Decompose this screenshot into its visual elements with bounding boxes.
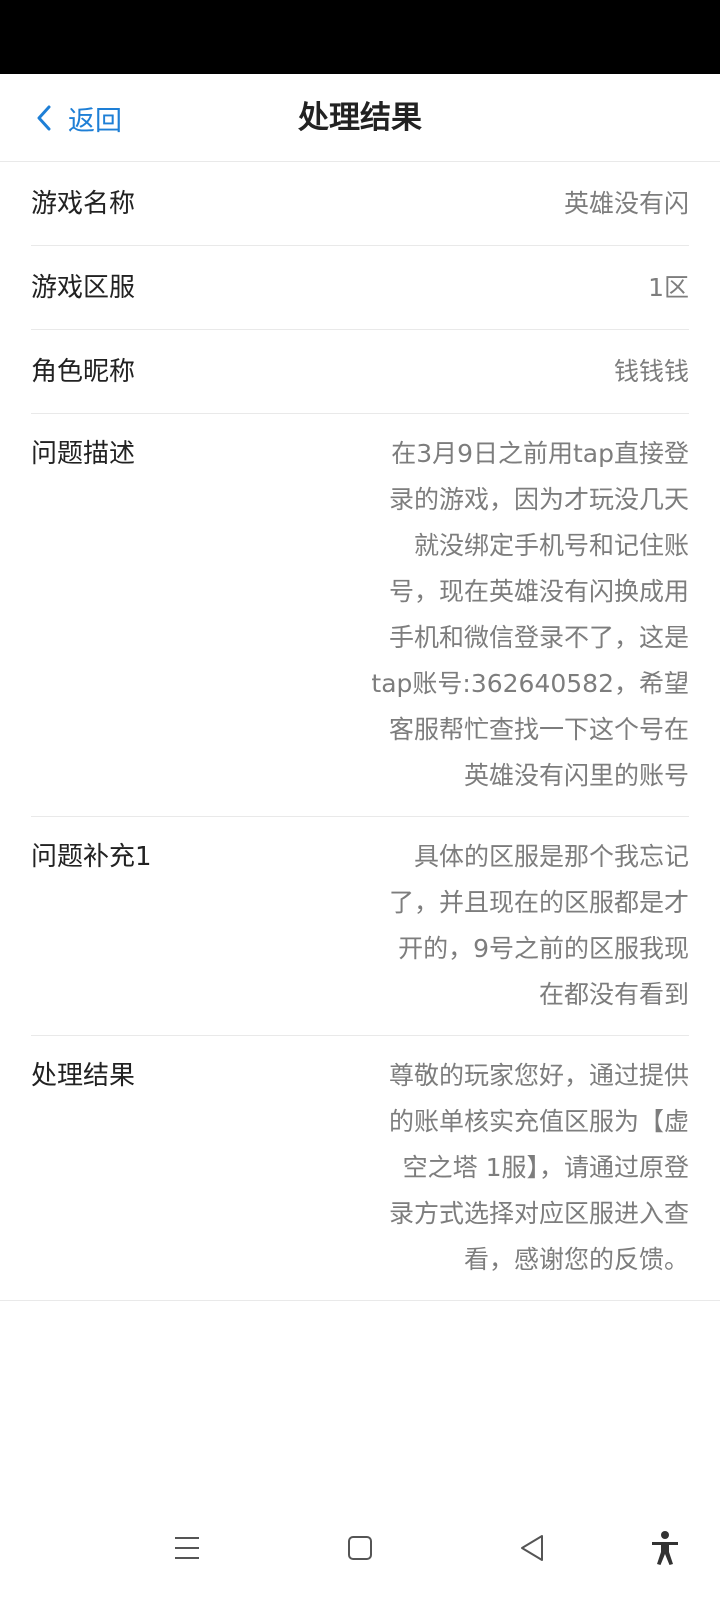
result-line: 的账单核实充值区服为【虚 — [388, 1107, 689, 1136]
status-bar — [0, 0, 720, 74]
row-problem-supplement: 问题补充1 具体的区服是那个我忘记 了，并且现在的区服都是才 开的，9号之前的区… — [31, 817, 689, 1036]
menu-lines-icon — [173, 1535, 201, 1565]
result-line: 看，感谢您的反馈。 — [463, 1245, 689, 1274]
system-navigation-bar — [0, 1510, 720, 1600]
role-nickname-label: 角色昵称 — [31, 357, 136, 387]
accessibility-icon — [650, 1530, 680, 1570]
result-line: 尊敬的玩家您好，通过提供 — [388, 1061, 689, 1090]
supplement-line: 开的，9号之前的区服我现 — [398, 934, 689, 963]
header-bar: 返回 处理结果 — [0, 74, 720, 162]
problem-supplement-label: 问题补充1 — [31, 842, 152, 872]
row-game-name: 游戏名称 英雄没有闪 — [31, 162, 689, 246]
game-server-label: 游戏区服 — [31, 273, 136, 303]
description-line: 在3月9日之前用tap直接登 — [391, 439, 689, 468]
description-line: 就没绑定手机号和记住账 — [413, 531, 689, 560]
game-name-label: 游戏名称 — [31, 189, 136, 219]
supplement-line: 具体的区服是那个我忘记 — [413, 842, 689, 871]
supplement-line: 在都没有看到 — [538, 980, 689, 1009]
handling-result-label: 处理结果 — [31, 1061, 136, 1091]
triangle-back-icon — [519, 1534, 545, 1566]
problem-description-value: 在3月9日之前用tap直接登 录的游戏，因为才玩没几天 就没绑定手机号和记住账 … — [367, 431, 689, 799]
description-line: 英雄没有闪里的账号 — [463, 761, 689, 790]
result-line: 空之塔 1服】，请通过原登 — [402, 1153, 689, 1182]
problem-description-label: 问题描述 — [31, 439, 136, 469]
accessibility-button[interactable] — [635, 1520, 695, 1580]
result-line: 录方式选择对应区服进入查 — [388, 1199, 689, 1228]
home-button[interactable] — [330, 1520, 390, 1580]
description-line: 客服帮忙查找一下这个号在 — [388, 715, 689, 744]
role-nickname-value: 钱钱钱 — [613, 357, 689, 386]
row-handling-result: 处理结果 尊敬的玩家您好，通过提供 的账单核实充值区服为【虚 空之塔 1服】，请… — [0, 1036, 720, 1301]
description-line: 号，现在英雄没有闪换成用 — [388, 577, 689, 606]
square-home-icon — [347, 1535, 373, 1565]
page-title: 处理结果 — [298, 100, 422, 136]
row-problem-description: 问题描述 在3月9日之前用tap直接登 录的游戏，因为才玩没几天 就没绑定手机号… — [31, 414, 689, 817]
game-server-value: 1区 — [648, 273, 689, 302]
nav-back-button[interactable] — [502, 1520, 562, 1580]
row-game-server: 游戏区服 1区 — [31, 246, 689, 330]
menu-button[interactable] — [157, 1520, 217, 1580]
game-name-value: 英雄没有闪 — [563, 189, 689, 218]
supplement-line: 了，并且现在的区服都是才 — [388, 888, 689, 917]
row-role-nickname: 角色昵称 钱钱钱 — [31, 330, 689, 414]
problem-supplement-value: 具体的区服是那个我忘记 了，并且现在的区服都是才 开的，9号之前的区服我现 在都… — [367, 834, 689, 1018]
result-detail-list: 游戏名称 英雄没有闪 游戏区服 1区 角色昵称 钱钱钱 问题描述 在3月9日之前… — [0, 162, 720, 1301]
description-line: 录的游戏，因为才玩没几天 — [388, 485, 689, 514]
handling-result-value: 尊敬的玩家您好，通过提供 的账单核实充值区服为【虚 空之塔 1服】，请通过原登 … — [367, 1053, 689, 1283]
description-line: tap账号:362640582，希望 — [371, 669, 689, 698]
description-line: 手机和微信登录不了，这是 — [388, 623, 689, 652]
